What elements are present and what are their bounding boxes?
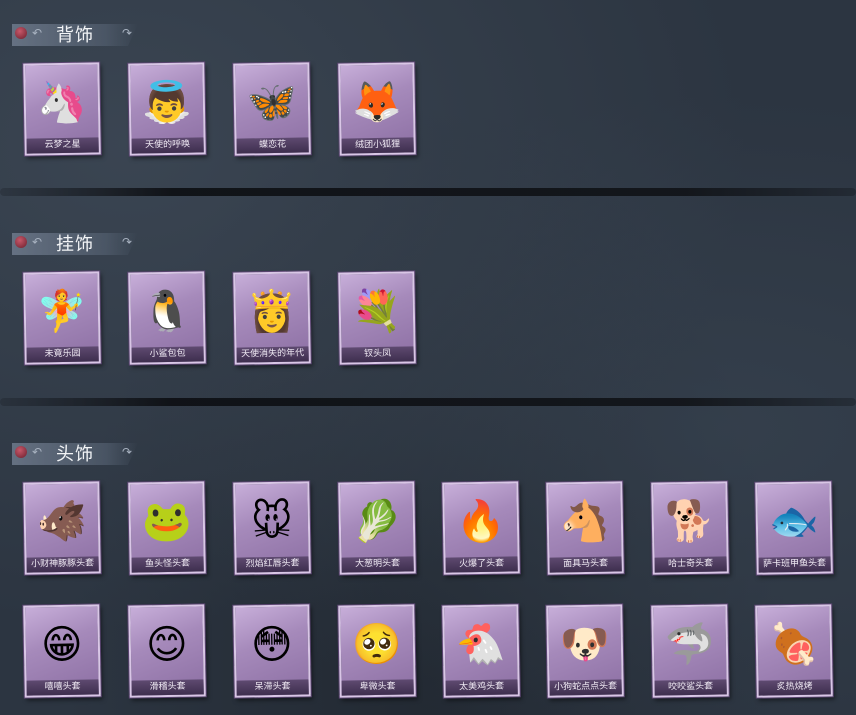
- item-label: 天使的呼唤: [131, 137, 204, 154]
- item-label: 绒团小狐狸: [341, 137, 414, 154]
- section-header: ↶ 背饰 ↷: [12, 24, 138, 46]
- item-art-icon: 🐭: [250, 498, 294, 546]
- item-art-icon: 🧚: [36, 288, 88, 336]
- gem-icon: [15, 236, 27, 248]
- item-art-icon: 🔥: [455, 498, 507, 546]
- item-card[interactable]: 🐗 小财神豚豚头套: [23, 481, 101, 575]
- section-title: 挂饰: [56, 234, 94, 255]
- item-card[interactable]: 🍖 炙热烧烤: [755, 604, 833, 698]
- item-art-icon: 😁: [40, 621, 84, 669]
- item-label: 面具马头套: [549, 556, 622, 573]
- item-card[interactable]: 🥬 大葱明头套: [338, 481, 416, 575]
- item-card[interactable]: 🐸 鱼头怪头套: [128, 481, 206, 575]
- item-label: 萨卡班甲鱼头套: [758, 556, 831, 573]
- item-art-icon: 🦋: [246, 79, 298, 127]
- item-art-icon: 🦄: [36, 79, 88, 127]
- curl-right-icon: ↷: [122, 235, 133, 249]
- item-art-icon: 🦈: [664, 621, 716, 669]
- item-card[interactable]: 🐕 哈士奇头套: [651, 481, 729, 575]
- item-art-icon: 🐴: [559, 498, 611, 546]
- curl-left-icon: ↶: [32, 445, 43, 459]
- item-card[interactable]: 🦊 绒团小狐狸: [338, 62, 416, 156]
- item-card[interactable]: 👸 天使消失的年代: [233, 271, 311, 365]
- item-art-icon: 😊: [145, 621, 189, 669]
- item-art-icon: 🐟: [768, 498, 820, 546]
- item-card[interactable]: 🦈 咬咬鲨头套: [651, 604, 729, 698]
- item-card[interactable]: 😁 嘻嘻头套: [23, 604, 101, 698]
- item-card[interactable]: 😳 呆滞头套: [233, 604, 311, 698]
- item-card[interactable]: 🐟 萨卡班甲鱼头套: [755, 481, 833, 575]
- item-art-icon: 💐: [351, 288, 403, 336]
- gem-icon: [15, 27, 27, 39]
- item-art-icon: 🐔: [455, 621, 507, 669]
- item-card[interactable]: 🐔 太美鸡头套: [442, 604, 520, 698]
- item-label: 太美鸡头套: [445, 679, 518, 696]
- item-card[interactable]: 👼 天使的呼唤: [128, 62, 206, 156]
- item-card[interactable]: 🦄 云梦之星: [23, 62, 101, 156]
- item-art-icon: 🐧: [141, 288, 193, 336]
- section-divider: [0, 188, 856, 196]
- item-card[interactable]: 🐧 小鲨包包: [128, 271, 206, 365]
- item-art-icon: 😳: [250, 621, 294, 669]
- item-art-icon: 👸: [246, 288, 298, 336]
- item-label: 滑稽头套: [131, 679, 204, 696]
- section-title: 背饰: [56, 25, 94, 46]
- item-art-icon: 🥺: [351, 621, 403, 669]
- item-art-icon: 👼: [141, 79, 193, 127]
- item-card[interactable]: 🐶 小狗蛇点点头套: [546, 604, 624, 698]
- item-label: 蝶恋花: [236, 137, 309, 154]
- item-card[interactable]: 🦋 蝶恋花: [233, 62, 311, 156]
- item-label: 哈士奇头套: [654, 556, 727, 573]
- curl-right-icon: ↷: [122, 445, 133, 459]
- section-header: ↶ 头饰 ↷: [12, 443, 138, 465]
- item-card[interactable]: 💐 钗头凤: [338, 271, 416, 365]
- item-label: 天使消失的年代: [236, 346, 309, 363]
- item-label: 呆滞头套: [236, 679, 309, 696]
- item-card[interactable]: 🔥 火爆了头套: [442, 481, 520, 575]
- curl-left-icon: ↶: [32, 26, 43, 40]
- section-divider: [0, 398, 856, 406]
- item-card[interactable]: 🐭 烈焰红唇头套: [233, 481, 311, 575]
- section-header: ↶ 挂饰 ↷: [12, 233, 138, 255]
- item-label: 咬咬鲨头套: [654, 679, 727, 696]
- curl-right-icon: ↷: [122, 26, 133, 40]
- item-label: 卑微头套: [341, 679, 414, 696]
- section-title: 头饰: [56, 444, 94, 465]
- item-art-icon: 🥬: [351, 498, 403, 546]
- item-card[interactable]: 🐴 面具马头套: [546, 481, 624, 575]
- item-label: 嘻嘻头套: [26, 679, 99, 696]
- item-label: 钗头凤: [341, 346, 414, 363]
- curl-left-icon: ↶: [32, 235, 43, 249]
- item-art-icon: 🦊: [351, 79, 403, 127]
- item-card[interactable]: 🥺 卑微头套: [338, 604, 416, 698]
- item-art-icon: 🍖: [768, 621, 820, 669]
- item-label: 烈焰红唇头套: [236, 556, 309, 573]
- gem-icon: [15, 446, 27, 458]
- item-card[interactable]: 😊 滑稽头套: [128, 604, 206, 698]
- item-art-icon: 🐕: [664, 498, 716, 546]
- item-label: 火爆了头套: [445, 556, 518, 573]
- item-label: 大葱明头套: [341, 556, 414, 573]
- item-label: 云梦之星: [26, 137, 99, 154]
- item-art-icon: 🐗: [36, 498, 88, 546]
- item-card[interactable]: 🧚 未竟乐园: [23, 271, 101, 365]
- item-art-icon: 🐸: [141, 498, 193, 546]
- item-label: 小鲨包包: [131, 346, 204, 363]
- item-label: 小财神豚豚头套: [26, 556, 99, 573]
- item-label: 未竟乐园: [26, 346, 99, 363]
- item-label: 鱼头怪头套: [131, 556, 204, 573]
- item-label: 小狗蛇点点头套: [549, 679, 622, 696]
- item-label: 炙热烧烤: [758, 679, 831, 696]
- item-art-icon: 🐶: [559, 621, 611, 669]
